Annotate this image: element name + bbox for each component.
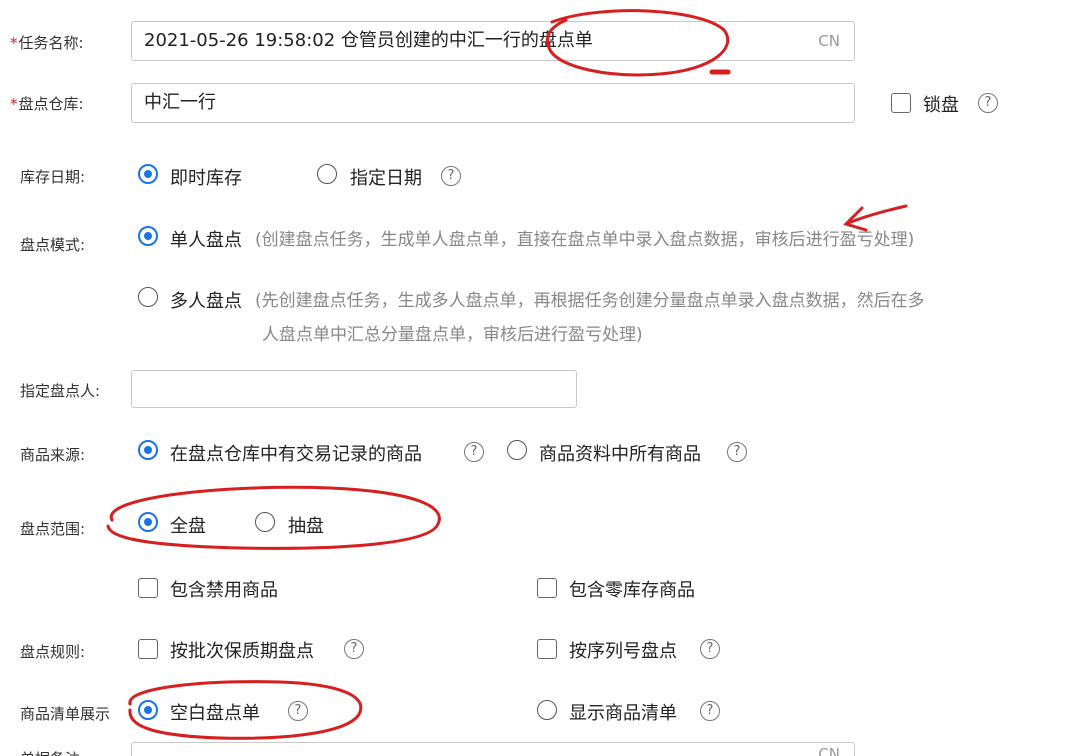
stock-date-label: 库存日期: bbox=[20, 168, 86, 186]
mode-label: 盘点模式: bbox=[20, 236, 86, 254]
display-list-label: 显示商品清单 bbox=[569, 703, 677, 724]
lock-stock-label: 锁盘 bbox=[923, 95, 959, 116]
source-label: 商品来源: bbox=[20, 446, 86, 464]
stock-date-specified-label: 指定日期 bbox=[350, 168, 422, 189]
display-blank-radio[interactable] bbox=[138, 700, 158, 720]
source-transactions-label: 在盘点仓库中有交易记录的商品 bbox=[170, 444, 422, 465]
help-icon[interactable]: ? bbox=[344, 639, 364, 659]
stock-date-realtime-radio[interactable] bbox=[138, 164, 158, 184]
display-blank-label: 空白盘点单 bbox=[170, 703, 260, 724]
input-language-indicator: CN bbox=[818, 745, 840, 756]
task-name-input[interactable]: 2021-05-26 19:58:02 仓管员创建的中汇一行的盘点单 CN bbox=[131, 21, 855, 61]
batch-expiry-label: 按批次保质期盘点 bbox=[170, 641, 314, 662]
help-icon[interactable]: ? bbox=[978, 93, 998, 113]
mode-multi-description-line2: 人盘点单中汇总分量盘点单，审核后进行盈亏处理) bbox=[262, 325, 643, 345]
source-all-radio[interactable] bbox=[507, 440, 527, 460]
mode-multi-description-line1: (先创建盘点任务，生成多人盘点单，再根据任务创建分量盘点单录入盘点数据，然后在多 bbox=[255, 291, 925, 311]
help-icon[interactable]: ? bbox=[464, 442, 484, 462]
lock-stock-checkbox[interactable] bbox=[891, 93, 911, 113]
mode-multi-radio[interactable] bbox=[138, 287, 158, 307]
include-disabled-label: 包含禁用商品 bbox=[170, 580, 278, 601]
input-language-indicator: CN bbox=[818, 32, 840, 50]
remark-input[interactable]: CN bbox=[131, 742, 855, 756]
serial-number-checkbox[interactable] bbox=[537, 639, 557, 659]
counter-input[interactable] bbox=[131, 370, 577, 408]
help-icon[interactable]: ? bbox=[441, 166, 461, 186]
stock-date-specified-radio[interactable] bbox=[317, 164, 337, 184]
remark-label: 单据备注: bbox=[20, 748, 85, 756]
rules-label: 盘点规则: bbox=[20, 643, 86, 661]
mode-single-description: (创建盘点任务，生成单人盘点单，直接在盘点单中录入盘点数据，审核后进行盈亏处理) bbox=[255, 230, 915, 250]
scope-label: 盘点范围: bbox=[20, 520, 86, 538]
display-label: 商品清单展示 bbox=[20, 705, 111, 723]
source-all-label: 商品资料中所有商品 bbox=[539, 444, 701, 465]
scope-full-radio[interactable] bbox=[138, 512, 158, 532]
warehouse-label: *盘点仓库: bbox=[10, 95, 84, 113]
mode-single-radio[interactable] bbox=[138, 226, 158, 246]
include-zero-stock-label: 包含零库存商品 bbox=[569, 580, 695, 601]
help-icon[interactable]: ? bbox=[727, 442, 747, 462]
help-icon[interactable]: ? bbox=[700, 701, 720, 721]
scope-sample-radio[interactable] bbox=[255, 512, 275, 532]
help-icon[interactable]: ? bbox=[288, 701, 308, 721]
serial-number-label: 按序列号盘点 bbox=[569, 641, 677, 662]
counter-label: 指定盘点人: bbox=[20, 382, 101, 400]
mode-single-label: 单人盘点 bbox=[170, 230, 242, 251]
source-transactions-radio[interactable] bbox=[138, 440, 158, 460]
mode-multi-label: 多人盘点 bbox=[170, 291, 242, 312]
include-disabled-checkbox[interactable] bbox=[138, 578, 158, 598]
help-icon[interactable]: ? bbox=[700, 639, 720, 659]
annotation-arrow bbox=[844, 204, 908, 226]
batch-expiry-checkbox[interactable] bbox=[138, 639, 158, 659]
stock-date-realtime-label: 即时库存 bbox=[170, 168, 242, 189]
warehouse-select[interactable]: 中汇一行 bbox=[131, 83, 855, 123]
warehouse-value: 中汇一行 bbox=[144, 92, 216, 113]
task-name-label: *任务名称: bbox=[10, 34, 84, 52]
scope-sample-label: 抽盘 bbox=[288, 516, 324, 537]
scope-full-label: 全盘 bbox=[170, 516, 206, 537]
task-name-value: 2021-05-26 19:58:02 仓管员创建的中汇一行的盘点单 bbox=[144, 30, 593, 51]
display-list-radio[interactable] bbox=[537, 700, 557, 720]
include-zero-stock-checkbox[interactable] bbox=[537, 578, 557, 598]
